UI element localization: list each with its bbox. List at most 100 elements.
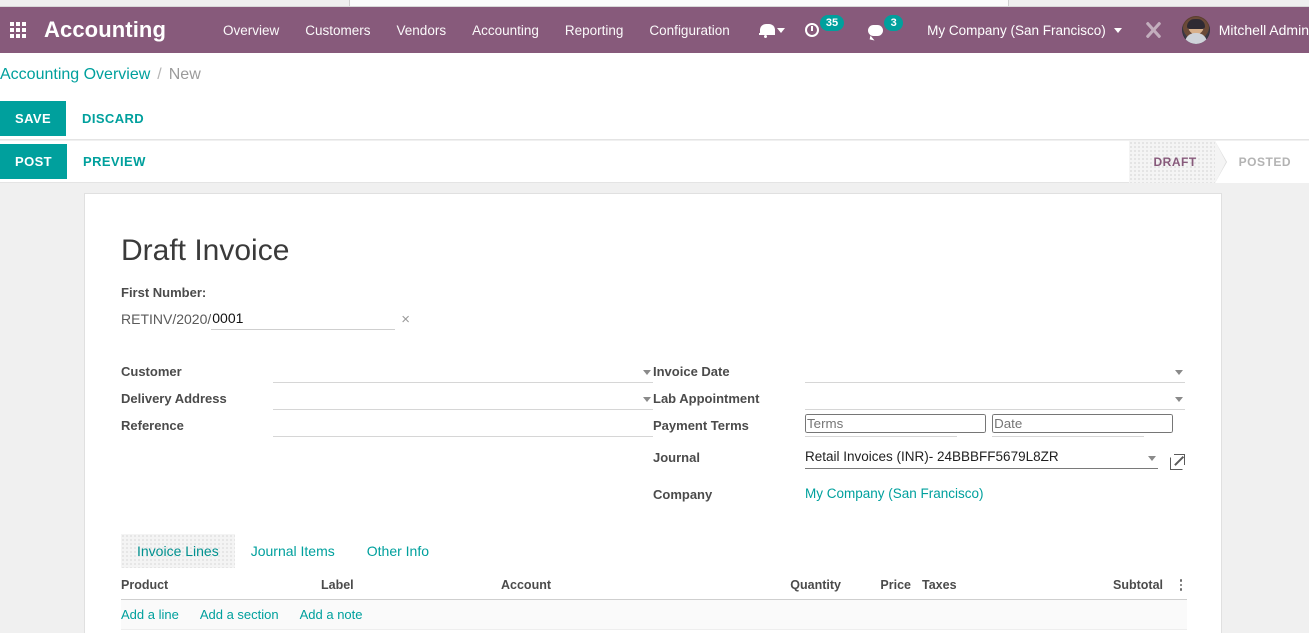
tab-journal-items[interactable]: Journal Items [235,534,351,568]
app-brand[interactable]: Accounting [44,17,166,43]
field-row-customer: Customer [121,356,653,383]
chevron-down-icon[interactable] [1148,456,1156,461]
lab-appointment-input[interactable] [805,389,1185,407]
add-a-section-button[interactable]: Add a section [200,607,300,622]
reference-field[interactable] [273,414,653,437]
delivery-address-label: Delivery Address [121,391,227,406]
form-fields-grid: Customer Delivery Address Reference Invo… [121,356,1185,506]
payment-terms-field[interactable] [805,414,986,437]
payment-due-date-input[interactable] [992,414,1174,433]
column-header-product: Product [121,578,169,592]
company-value-link[interactable]: My Company (San Francisco) [805,486,984,503]
page-title: Draft Invoice [121,234,290,267]
first-number-prefix: RETINV/2020/ [121,311,212,327]
form-column-left: Customer Delivery Address Reference [121,356,653,506]
field-row-invoice-date: Invoice Date [653,356,1185,383]
tab-invoice-lines[interactable]: Invoice Lines [121,534,235,568]
chevron-down-icon[interactable] [643,397,651,402]
customer-field[interactable] [273,360,653,383]
first-number-input[interactable] [211,308,396,330]
invoice-date-input[interactable] [805,362,1185,380]
invoice-lines-table: Product Label Account Quantity Price Tax… [121,578,1187,630]
company-field: My Company (San Francisco) [805,483,1185,506]
field-row-lab-appointment: Lab Appointment [653,383,1185,410]
chevron-down-icon[interactable] [1175,397,1183,402]
customer-input[interactable] [273,362,653,380]
navbar-right-tools: 35 3 My Company (San Francisco) Mitchell… [749,7,1309,53]
clock-icon [804,23,819,37]
preview-button[interactable]: PREVIEW [67,144,162,179]
status-bar: DRAFT POSTED [1129,140,1309,183]
post-button[interactable]: POST [0,144,67,179]
control-panel-save-row: SAVE DISCARD [0,97,1309,140]
table-header-row: Product Label Account Quantity Price Tax… [121,578,1187,600]
column-header-taxes: Taxes [922,578,957,592]
status-posted-label: POSTED [1238,154,1291,169]
debug-tools-icon[interactable] [1144,21,1162,39]
apps-menu-button[interactable] [0,7,36,53]
status-badge-posted[interactable]: POSTED [1214,140,1309,183]
invoice-date-label: Invoice Date [653,364,730,379]
chevron-down-icon[interactable] [1175,370,1183,375]
bell-icon [758,23,775,38]
reference-input[interactable] [273,416,653,434]
menu-item-vendors[interactable]: Vendors [384,9,460,52]
tab-other-info[interactable]: Other Info [351,534,445,568]
first-number-label: First Number: [121,285,207,300]
discard-button[interactable]: DISCARD [66,101,160,136]
column-header-account: Account [501,578,551,592]
payment-terms-controls: or [805,414,1185,437]
payment-due-date-field[interactable] [992,414,1174,437]
form-column-right: Invoice Date Lab Appointment Payment Ter… [653,356,1185,506]
chevron-down-icon[interactable] [643,370,651,375]
field-row-company: Company My Company (San Francisco) [653,479,1185,506]
lab-appointment-field[interactable] [805,387,1185,410]
chevron-down-icon [1113,27,1122,33]
reference-label: Reference [121,418,184,433]
menu-item-customers[interactable]: Customers [292,9,383,52]
clear-icon[interactable]: × [401,312,410,327]
company-switcher[interactable]: My Company (San Francisco) [917,7,1132,53]
invoice-date-field[interactable] [805,360,1185,383]
breadcrumb-current: New [168,66,201,83]
browser-tab-hint [349,0,1009,6]
menu-item-accounting[interactable]: Accounting [459,9,552,52]
breadcrumb-parent[interactable]: Accounting Overview [0,66,150,84]
field-row-reference: Reference [121,410,653,437]
add-a-line-button[interactable]: Add a line [121,607,200,622]
user-menu[interactable]: Mitchell Admin [1174,7,1309,53]
chat-bubble-icon [868,24,884,36]
lab-appointment-label: Lab Appointment [653,391,760,406]
status-badge-draft[interactable]: DRAFT [1129,140,1227,183]
control-panel-action-row: POST PREVIEW DRAFT POSTED [0,140,1309,183]
field-row-delivery-address: Delivery Address [121,383,653,410]
customer-label: Customer [121,364,182,379]
breadcrumb-separator: / [157,66,162,83]
add-a-note-button[interactable]: Add a note [300,607,384,622]
activities-badge: 35 [819,15,845,31]
menu-item-reporting[interactable]: Reporting [552,9,637,52]
messages-button[interactable]: 3 [858,7,917,53]
column-header-subtotal: Subtotal [1113,578,1163,592]
menu-item-configuration[interactable]: Configuration [636,9,742,52]
payment-terms-input[interactable] [805,414,986,433]
vertical-dots-icon[interactable] [1173,579,1187,591]
company-switcher-label: My Company (San Francisco) [927,22,1106,38]
activities-button[interactable]: 35 [795,7,858,53]
messages-badge: 3 [884,15,904,31]
top-navbar: Accounting Overview Customers Vendors Ac… [0,7,1309,53]
notifications-button[interactable] [749,7,795,53]
delivery-address-field[interactable] [273,387,653,410]
status-draft-label: DRAFT [1153,154,1197,169]
delivery-address-input[interactable] [273,389,653,407]
first-number-row: RETINV/2020/ × [121,308,410,330]
main-menu: Overview Customers Vendors Accounting Re… [210,9,743,52]
column-header-quantity: Quantity [790,578,841,592]
journal-field[interactable] [805,446,1158,469]
journal-input[interactable] [805,448,1158,466]
save-button[interactable]: SAVE [0,100,67,136]
table-add-row: Add a line Add a section Add a note [121,600,1187,630]
external-link-icon[interactable] [1170,454,1185,470]
breadcrumb: Accounting Overview / New [0,53,1309,97]
menu-item-overview[interactable]: Overview [210,9,292,52]
